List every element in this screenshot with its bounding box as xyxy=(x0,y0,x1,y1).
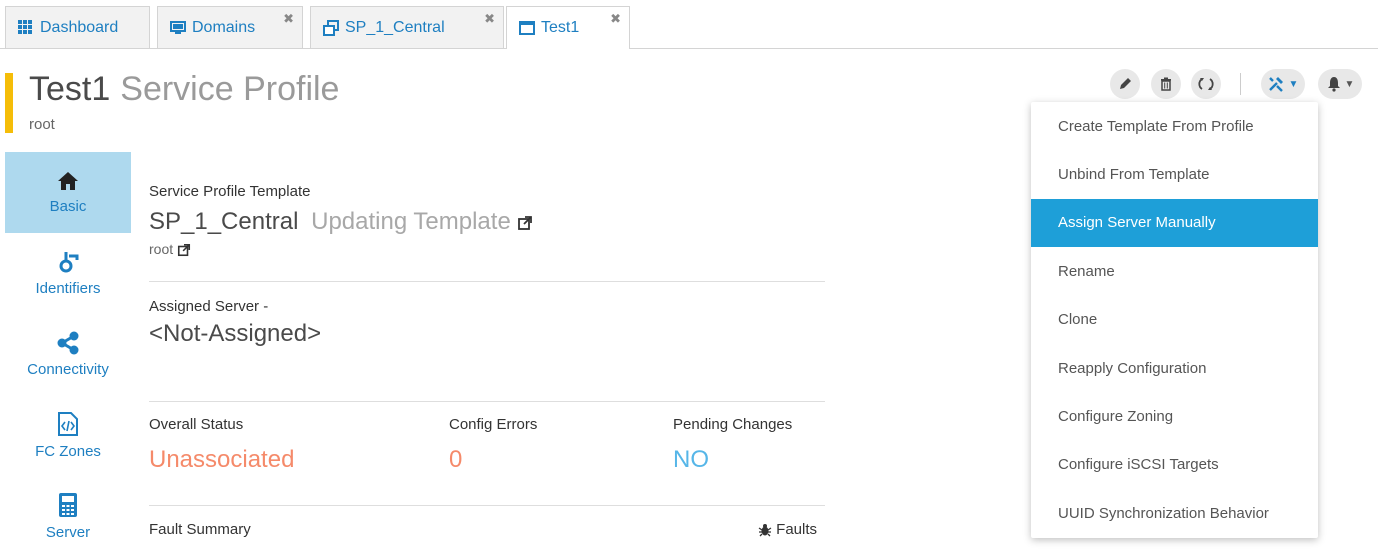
close-icon[interactable]: ✖ xyxy=(283,11,294,27)
edit-icon xyxy=(1120,78,1131,89)
tab-bar: Dashboard Domains ✖ SP_1_Central ✖ Test1… xyxy=(0,0,1378,49)
section-divider xyxy=(149,281,825,282)
sidebar-item-label: Identifiers xyxy=(35,280,101,297)
menu-item-rename[interactable]: Rename xyxy=(1031,247,1318,295)
home-icon xyxy=(58,172,78,190)
share-icon xyxy=(57,331,79,355)
sidebar-item-label: Basic xyxy=(49,198,87,215)
sidebar-item-label: Connectivity xyxy=(27,361,109,378)
menu-item-configure-zoning[interactable]: Configure Zoning xyxy=(1031,392,1318,440)
external-link-icon[interactable] xyxy=(177,243,191,257)
template-row: SP_1_Central Updating Template xyxy=(149,208,533,236)
pending-changes-label: Pending Changes xyxy=(673,416,793,433)
sidebar: Basic Identifiers Connectivity FC Zones … xyxy=(5,152,131,557)
sidebar-item-basic[interactable]: Basic xyxy=(5,152,131,233)
assigned-server-dash: - xyxy=(263,298,269,315)
tab-sp-1-central[interactable]: SP_1_Central ✖ xyxy=(310,6,504,48)
menu-item-clone[interactable]: Clone xyxy=(1031,296,1318,344)
pending-changes-value: NO xyxy=(673,446,709,473)
bell-icon xyxy=(1327,77,1340,92)
bug-icon xyxy=(758,524,772,537)
windows-icon xyxy=(323,19,339,36)
close-icon[interactable]: ✖ xyxy=(610,11,621,27)
menu-item-create-template-from-profile[interactable]: Create Template From Profile xyxy=(1031,102,1318,150)
tab-label: Dashboard xyxy=(40,18,119,36)
menu-item-assign-server-manually[interactable]: Assign Server Manually xyxy=(1031,198,1318,248)
header-accent-bar xyxy=(5,73,13,133)
page-subtitle: Service Profile xyxy=(120,70,340,108)
fault-summary-label: Fault Summary xyxy=(149,521,251,538)
assigned-server-label-text: Assigned Server xyxy=(149,298,260,315)
config-errors-label: Config Errors xyxy=(449,416,538,433)
calculator-icon xyxy=(59,493,77,517)
chevron-down-icon: ▼ xyxy=(1288,78,1299,90)
close-icon[interactable]: ✖ xyxy=(484,11,495,27)
tab-label: Domains xyxy=(192,18,256,36)
faults-link[interactable]: Faults xyxy=(758,521,817,538)
template-org-label[interactable]: root xyxy=(149,241,173,257)
tab-dashboard[interactable]: Dashboard xyxy=(5,6,150,48)
edit-button[interactable] xyxy=(1110,69,1140,99)
tab-label: Test1 xyxy=(541,19,580,36)
sidebar-item-label: Server xyxy=(45,524,91,541)
grid-icon xyxy=(18,19,34,36)
window-icon xyxy=(519,20,535,36)
identifier-icon xyxy=(59,252,79,273)
refresh-icon xyxy=(1198,78,1214,90)
actions-dropdown-menu: Create Template From Profile Unbind From… xyxy=(1031,102,1318,538)
external-link-icon[interactable] xyxy=(517,215,533,231)
sidebar-item-fc-zones[interactable]: FC Zones xyxy=(5,395,131,476)
faults-link-label: Faults xyxy=(776,521,818,538)
config-errors-value: 0 xyxy=(449,446,463,473)
tab-test1[interactable]: Test1 ✖ xyxy=(506,6,630,49)
alerts-menu-button[interactable]: ▼ xyxy=(1318,69,1362,99)
tools-icon xyxy=(1268,77,1283,92)
tab-domains[interactable]: Domains ✖ xyxy=(157,6,303,48)
overall-status-label: Overall Status xyxy=(149,416,244,433)
sidebar-item-server[interactable]: Server xyxy=(5,476,131,557)
delete-icon xyxy=(1161,77,1171,91)
menu-item-unbind-from-template[interactable]: Unbind From Template xyxy=(1031,150,1318,198)
sidebar-item-connectivity[interactable]: Connectivity xyxy=(5,314,131,395)
template-label: Service Profile Template xyxy=(149,183,311,200)
template-name-link[interactable]: SP_1_Central xyxy=(149,208,298,235)
section-divider xyxy=(149,401,825,402)
delete-button[interactable] xyxy=(1151,69,1181,99)
page-title-name: Test1 xyxy=(29,70,111,108)
refresh-button[interactable] xyxy=(1191,69,1221,99)
tab-label: SP_1_Central xyxy=(345,18,445,36)
section-divider xyxy=(149,505,825,506)
page-title: Test1 Service Profile xyxy=(29,70,339,109)
assigned-server-label: Assigned Server - xyxy=(149,298,268,315)
monitor-icon xyxy=(170,20,186,36)
tools-menu-button[interactable]: ▼ xyxy=(1261,69,1305,99)
overall-status-value: Unassociated xyxy=(149,446,295,473)
template-type: Updating Template xyxy=(311,208,511,235)
sidebar-item-identifiers[interactable]: Identifiers xyxy=(5,233,131,314)
assigned-server-value: <Not-Assigned> xyxy=(149,320,322,347)
template-org: root xyxy=(149,241,191,257)
toolbar-separator xyxy=(1240,73,1241,95)
chevron-down-icon: ▼ xyxy=(1344,78,1355,90)
menu-item-reapply-configuration[interactable]: Reapply Configuration xyxy=(1031,344,1318,392)
page-org: root xyxy=(29,116,55,133)
code-file-icon xyxy=(58,412,78,436)
menu-item-configure-iscsi-targets[interactable]: Configure iSCSI Targets xyxy=(1031,441,1318,489)
sidebar-item-label: FC Zones xyxy=(35,443,101,460)
menu-item-uuid-synchronization-behavior[interactable]: UUID Synchronization Behavior xyxy=(1031,489,1318,537)
